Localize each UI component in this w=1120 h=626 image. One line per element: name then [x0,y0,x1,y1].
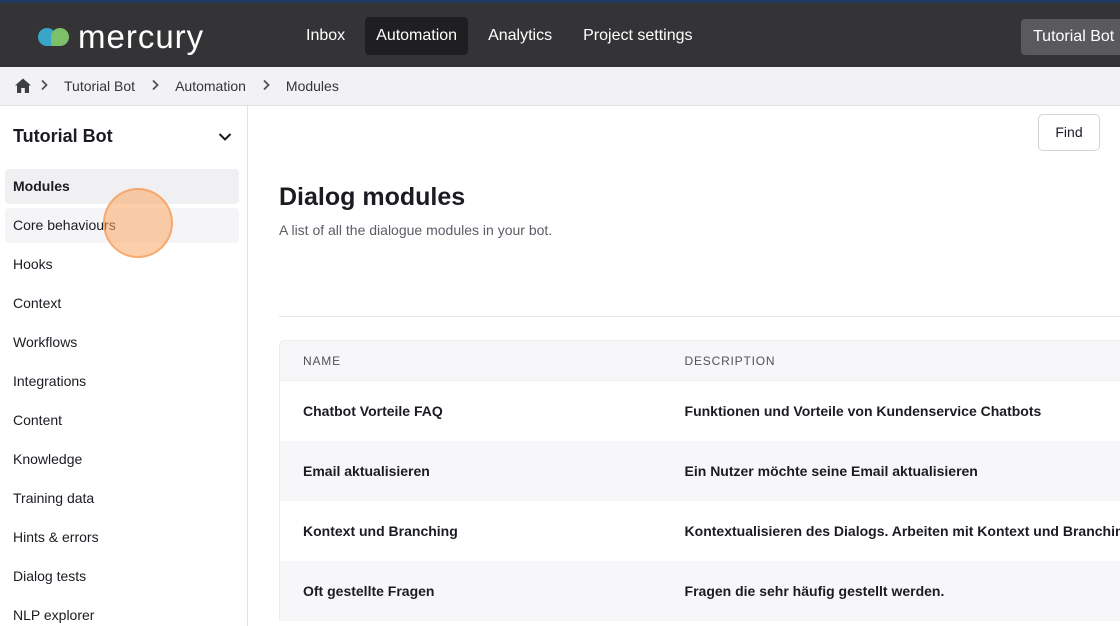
sidebar-item-training-data[interactable]: Training data [5,481,239,516]
main-content: Find Dialog modules A list of all the di… [248,106,1120,626]
column-header-description[interactable]: DESCRIPTION [685,354,1120,368]
sidebar-item-modules[interactable]: Modules [5,169,239,204]
sidebar-item-nlp-explorer[interactable]: NLP explorer [5,598,239,626]
nav-inbox[interactable]: Inbox [295,17,356,55]
find-button[interactable]: Find [1038,114,1100,151]
nav-automation[interactable]: Automation [365,17,469,55]
page-title: Dialog modules [279,183,466,211]
chevron-right-icon [254,78,278,94]
sidebar-item-knowledge[interactable]: Knowledge [5,442,239,477]
chevron-right-icon [32,78,56,94]
module-name: Oft gestellte Fragen [303,583,435,599]
main-nav: Inbox Automation Analytics Project setti… [295,17,713,55]
table-row[interactable]: Email aktualisieren Ein Nutzer möchte se… [280,441,1120,501]
modules-table: NAME DESCRIPTION Chatbot Vorteile FAQ Fu… [279,340,1120,621]
nav-project-settings[interactable]: Project settings [572,17,703,55]
module-description: Fragen die sehr häufig gestellt werden. [684,583,945,599]
breadcrumb-automation[interactable]: Automation [167,78,254,94]
module-description: Kontextualisieren des Dialogs. Arbeiten … [684,523,1120,539]
bot-switcher-button[interactable]: Tutorial Bot [1021,19,1120,55]
table-header: NAME DESCRIPTION [280,341,1120,381]
home-icon[interactable] [14,77,32,95]
module-name: Chatbot Vorteile FAQ [303,403,443,419]
table-row[interactable]: Kontext und Branching Kontextualisieren … [280,501,1120,561]
sidebar-item-integrations[interactable]: Integrations [5,364,239,399]
table-row[interactable]: Oft gestellte Fragen Fragen die sehr häu… [280,561,1120,621]
sidebar-item-hooks[interactable]: Hooks [5,247,239,282]
sidebar-title: Tutorial Bot [13,126,113,146]
divider [279,316,1120,317]
module-name: Kontext und Branching [303,523,458,539]
sidebar-item-hints-errors[interactable]: Hints & errors [5,520,239,555]
module-description: Ein Nutzer möchte seine Email aktualisie… [684,463,978,479]
chevron-right-icon [143,78,167,94]
sidebar-item-core-behaviours[interactable]: Core behaviours [5,208,239,243]
column-header-name[interactable]: NAME [280,354,685,368]
breadcrumb-modules: Modules [285,78,339,94]
nav-analytics[interactable]: Analytics [477,17,563,55]
breadcrumb: Tutorial Bot Automation Modules [0,67,1120,106]
module-description: Funktionen und Vorteile von Kundenservic… [684,403,1042,419]
module-name: Email aktualisieren [303,463,430,479]
sidebar-menu: Modules Core behaviours Hooks Context Wo… [5,169,239,626]
logo-mark-icon [38,26,70,48]
sidebar-item-content[interactable]: Content [5,403,239,438]
page-subtitle: A list of all the dialogue modules in yo… [279,222,553,238]
sidebar-item-dialog-tests[interactable]: Dialog tests [5,559,239,594]
bot-selector[interactable]: Tutorial Bot [13,126,233,147]
mercury-logo[interactable]: mercury [38,18,205,55]
logo-text: mercury [78,18,205,55]
sidebar-item-context[interactable]: Context [5,286,239,321]
top-nav-bar: mercury Inbox Automation Analytics Proje… [0,0,1120,67]
sidebar-item-workflows[interactable]: Workflows [5,325,239,360]
breadcrumb-bot[interactable]: Tutorial Bot [56,78,143,94]
chevron-down-icon[interactable] [217,129,233,145]
table-row[interactable]: Chatbot Vorteile FAQ Funktionen und Vort… [280,381,1120,441]
sidebar: Tutorial Bot Modules Core behaviours Hoo… [0,106,248,626]
